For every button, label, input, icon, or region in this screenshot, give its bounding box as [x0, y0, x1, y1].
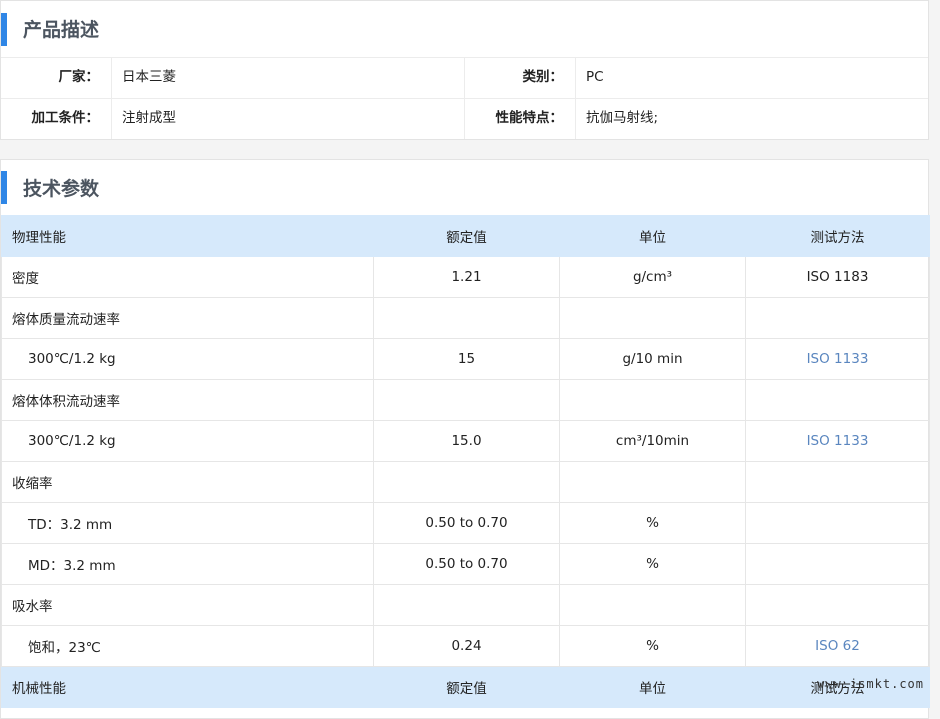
- watermark: www.ismkt.com: [817, 677, 924, 691]
- test-method-cell: ISO 1183: [746, 257, 930, 298]
- value-cell: 0.50 to 0.70: [374, 544, 560, 585]
- unit-cell: [560, 380, 746, 421]
- value-cell: 0.24: [374, 626, 560, 667]
- test-method-cell: [746, 544, 930, 585]
- unit-cell: cm³/10min: [560, 421, 746, 462]
- property-cell: 熔体质量流动速率: [2, 298, 374, 339]
- unit-cell: g/10 min: [560, 339, 746, 380]
- unit-cell: %: [560, 544, 746, 585]
- test-method-cell: [746, 380, 930, 421]
- property-cell: 吸水率: [2, 585, 374, 626]
- property-cell: TD：3.2 mm: [2, 503, 374, 544]
- test-method-cell: [746, 462, 930, 503]
- unit-cell: %: [560, 503, 746, 544]
- panel-header: 产品描述: [1, 1, 928, 58]
- unit-cell: %: [560, 626, 746, 667]
- technical-parameters-panel: 技术参数 物理性能 额定值 单位 测试方法 密度 1.21 g/cm³ ISO …: [0, 159, 929, 719]
- test-method-link[interactable]: ISO 1133: [746, 339, 930, 380]
- table-row: 300℃/1.2 kg 15.0 cm³/10min ISO 1133: [2, 421, 930, 462]
- table-header-row: 机械性能 额定值 单位 测试方法: [2, 667, 930, 708]
- header-property: 物理性能: [2, 216, 374, 257]
- panel-header: 技术参数: [1, 160, 928, 214]
- unit-cell: [560, 585, 746, 626]
- value-cell: [374, 462, 560, 503]
- table-row: 熔体体积流动速率: [2, 380, 930, 421]
- features-label: 性能特点：: [465, 98, 576, 139]
- header-property: 机械性能: [2, 667, 374, 708]
- property-cell: 收缩率: [2, 462, 374, 503]
- description-row: 厂家： 日本三菱 类别： PC: [1, 57, 928, 99]
- value-cell: [374, 585, 560, 626]
- product-description-panel: 产品描述 厂家： 日本三菱 类别： PC 加工条件： 注射成型 性能特点： 抗伽…: [0, 0, 929, 140]
- value-cell: [374, 380, 560, 421]
- header-unit: 单位: [560, 667, 746, 708]
- header-unit: 单位: [560, 216, 746, 257]
- value-cell: 0.50 to 0.70: [374, 503, 560, 544]
- parameters-table: 物理性能 额定值 单位 测试方法 密度 1.21 g/cm³ ISO 1183 …: [1, 215, 930, 708]
- unit-cell: [560, 462, 746, 503]
- header-value: 额定值: [374, 216, 560, 257]
- description-row: 加工条件： 注射成型 性能特点： 抗伽马射线;: [1, 98, 928, 139]
- value-cell: 15.0: [374, 421, 560, 462]
- value-cell: 1.21: [374, 257, 560, 298]
- unit-cell: g/cm³: [560, 257, 746, 298]
- table-row: 吸水率: [2, 585, 930, 626]
- unit-cell: [560, 298, 746, 339]
- table-row: 饱和，23℃ 0.24 % ISO 62: [2, 626, 930, 667]
- test-method-link[interactable]: ISO 1133: [746, 421, 930, 462]
- table-row: 收缩率: [2, 462, 930, 503]
- value-cell: 15: [374, 339, 560, 380]
- table-row: TD：3.2 mm 0.50 to 0.70 %: [2, 503, 930, 544]
- accent-bar: [1, 13, 7, 46]
- panel-title: 技术参数: [23, 174, 99, 201]
- property-cell: 熔体体积流动速率: [2, 380, 374, 421]
- manufacturer-label: 厂家：: [1, 57, 112, 98]
- property-cell: 饱和，23℃: [2, 626, 374, 667]
- processing-label: 加工条件：: [1, 98, 112, 139]
- property-cell: 300℃/1.2 kg: [2, 339, 374, 380]
- header-value: 额定值: [374, 667, 560, 708]
- test-method-link[interactable]: ISO 62: [746, 626, 930, 667]
- panel-title: 产品描述: [23, 15, 99, 42]
- features-value: 抗伽马射线;: [576, 98, 928, 139]
- test-method-cell: [746, 298, 930, 339]
- category-label: 类别：: [465, 57, 576, 98]
- test-method-cell: [746, 585, 930, 626]
- value-cell: [374, 298, 560, 339]
- table-row: 300℃/1.2 kg 15 g/10 min ISO 1133: [2, 339, 930, 380]
- property-cell: 密度: [2, 257, 374, 298]
- category-value: PC: [576, 57, 928, 98]
- accent-bar: [1, 171, 7, 204]
- property-cell: 300℃/1.2 kg: [2, 421, 374, 462]
- header-test-method: 测试方法: [746, 216, 930, 257]
- table-row: 熔体质量流动速率: [2, 298, 930, 339]
- table-row: 密度 1.21 g/cm³ ISO 1183: [2, 257, 930, 298]
- test-method-cell: [746, 503, 930, 544]
- processing-value: 注射成型: [112, 98, 465, 139]
- table-row: MD：3.2 mm 0.50 to 0.70 %: [2, 544, 930, 585]
- property-cell: MD：3.2 mm: [2, 544, 374, 585]
- table-header-row: 物理性能 额定值 单位 测试方法: [2, 216, 930, 257]
- manufacturer-value: 日本三菱: [112, 57, 465, 98]
